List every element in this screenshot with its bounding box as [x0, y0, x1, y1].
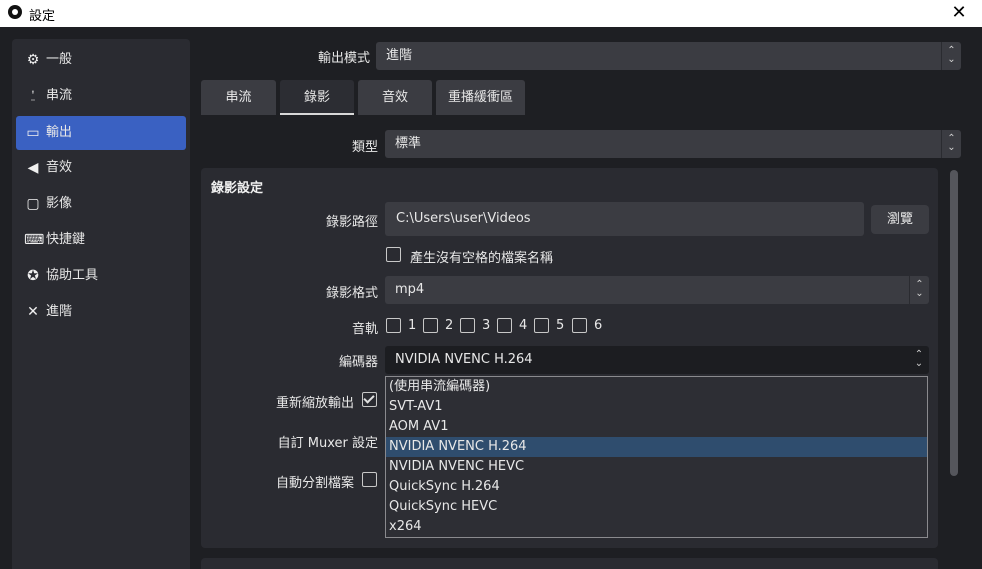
- encoder-dropdown-list: (使用串流編碼器) SVT-AV1 AOM AV1 NVIDIA NVENC H…: [385, 376, 928, 538]
- auto-split-checkbox[interactable]: [362, 472, 377, 487]
- tab-replay-buffer[interactable]: 重播緩衝區: [436, 80, 525, 115]
- type-select[interactable]: 標準 ⌃ ⌄: [385, 130, 961, 158]
- encoder-option[interactable]: x264: [386, 517, 927, 537]
- encoder-option[interactable]: SVT-AV1: [386, 397, 927, 417]
- accessibility-icon: ✪: [27, 268, 39, 284]
- gear-icon: ⚙: [26, 52, 40, 68]
- custom-muxer-label: 自訂 Muxer 設定: [277, 436, 378, 451]
- sidebar-item-label: 串流: [46, 88, 73, 103]
- track-2-checkbox[interactable]: [423, 318, 438, 333]
- nospace-filename-checkbox[interactable]: [386, 247, 401, 262]
- updown-arrows-icon: ⌃ ⌄: [941, 42, 961, 70]
- window-title: 設定: [29, 9, 56, 24]
- nospace-filename-label: 產生沒有空格的檔案名稱: [410, 251, 554, 266]
- sidebar-item-label: 音效: [46, 160, 73, 175]
- encoder-option-selected[interactable]: NVIDIA NVENC H.264: [386, 437, 927, 457]
- type-value: 標準: [395, 136, 422, 151]
- output-icon: ▭: [26, 125, 40, 141]
- updown-arrows-icon: ⌃ ⌄: [914, 349, 924, 369]
- track-4-label: 4: [519, 318, 528, 333]
- tab-recording[interactable]: 錄影: [280, 80, 354, 115]
- track-3-label: 3: [482, 318, 491, 333]
- sidebar-item-label: 影像: [46, 196, 73, 211]
- obs-logo-icon: [8, 5, 22, 19]
- output-mode-label: 輸出模式: [317, 51, 370, 66]
- encoder-select[interactable]: NVIDIA NVENC H.264 ⌃ ⌄: [385, 346, 929, 374]
- track-4-checkbox[interactable]: [497, 318, 512, 333]
- sidebar-item-label: 協助工具: [46, 268, 99, 283]
- sidebar-item-hotkeys[interactable]: ⌨ 快捷鍵: [16, 223, 186, 257]
- sidebar-item-advanced[interactable]: ✕ 進階: [16, 295, 186, 329]
- scrollbar-thumb[interactable]: [950, 170, 958, 476]
- sidebar-item-audio[interactable]: ◀ 音效: [16, 151, 186, 185]
- sidebar-item-label: 輸出: [46, 125, 73, 140]
- title-bar: 設定 ✕: [0, 0, 982, 27]
- settings-sidebar: ⚙ 一般 ⍘ 串流 ▭ 輸出 ◀ 音效 ▢ 影像 ⌨ 快捷鍵 ✪ 協助工具 ✕ …: [12, 39, 190, 569]
- encoder-option[interactable]: (使用串流編碼器): [386, 377, 927, 397]
- encoder-value: NVIDIA NVENC H.264: [395, 352, 533, 367]
- encoder-option[interactable]: NVIDIA NVENC HEVC: [386, 457, 927, 477]
- track-5-label: 5: [556, 318, 565, 333]
- recording-format-value: mp4: [395, 282, 425, 297]
- sidebar-item-label: 一般: [46, 52, 73, 67]
- sidebar-item-accessibility[interactable]: ✪ 協助工具: [16, 259, 186, 293]
- track-2-label: 2: [445, 318, 454, 333]
- rescale-output-label: 重新縮放輸出: [275, 396, 354, 411]
- type-label: 類型: [351, 140, 378, 155]
- tab-stream[interactable]: 串流: [201, 80, 276, 115]
- track-1-label: 1: [408, 318, 417, 333]
- track-5-checkbox[interactable]: [534, 318, 549, 333]
- sidebar-item-video[interactable]: ▢ 影像: [16, 187, 186, 221]
- sidebar-item-label: 快捷鍵: [46, 232, 86, 247]
- close-button[interactable]: ✕: [936, 0, 982, 27]
- speaker-icon: ◀: [27, 160, 39, 176]
- rescale-output-checkbox[interactable]: [362, 392, 377, 407]
- group-title: 錄影設定: [211, 181, 264, 196]
- output-mode-select[interactable]: 進階 ⌃ ⌄: [376, 42, 961, 70]
- keyboard-icon: ⌨: [24, 232, 45, 248]
- sidebar-item-general[interactable]: ⚙ 一般: [16, 43, 186, 77]
- track-3-checkbox[interactable]: [460, 318, 475, 333]
- auto-split-label: 自動分割檔案: [275, 476, 354, 491]
- antenna-icon: ⍘: [28, 88, 38, 104]
- output-mode-value: 進階: [386, 48, 413, 63]
- recording-path-input[interactable]: C:\Users\user\Videos: [385, 202, 864, 236]
- sidebar-item-stream[interactable]: ⍘ 串流: [16, 79, 186, 113]
- audio-tracks-label: 音軌: [351, 322, 378, 337]
- track-6-label: 6: [594, 318, 603, 333]
- sidebar-item-output[interactable]: ▭ 輸出: [16, 116, 186, 150]
- recording-format-label: 錄影格式: [325, 286, 378, 301]
- recording-format-select[interactable]: mp4 ⌃ ⌄: [385, 276, 929, 304]
- recording-path-value: C:\Users\user\Videos: [396, 211, 531, 226]
- encoder-option[interactable]: QuickSync HEVC: [386, 497, 927, 517]
- encoder-option[interactable]: QuickSync H.264: [386, 477, 927, 497]
- wrench-icon: ✕: [27, 304, 39, 320]
- monitor-icon: ▢: [26, 196, 40, 212]
- tab-audio[interactable]: 音效: [358, 80, 432, 115]
- next-group-panel: [201, 558, 938, 569]
- browse-button[interactable]: 瀏覽: [871, 205, 929, 234]
- track-6-checkbox[interactable]: [572, 318, 587, 333]
- encoder-option[interactable]: AOM AV1: [386, 417, 927, 437]
- sidebar-item-label: 進階: [46, 304, 73, 319]
- updown-arrows-icon: ⌃ ⌄: [941, 130, 961, 158]
- track-1-checkbox[interactable]: [386, 318, 401, 333]
- encoder-label: 編碼器: [338, 355, 378, 370]
- updown-arrows-icon: ⌃ ⌄: [909, 276, 929, 304]
- recording-path-label: 錄影路徑: [325, 215, 378, 230]
- vertical-scrollbar[interactable]: [948, 168, 960, 548]
